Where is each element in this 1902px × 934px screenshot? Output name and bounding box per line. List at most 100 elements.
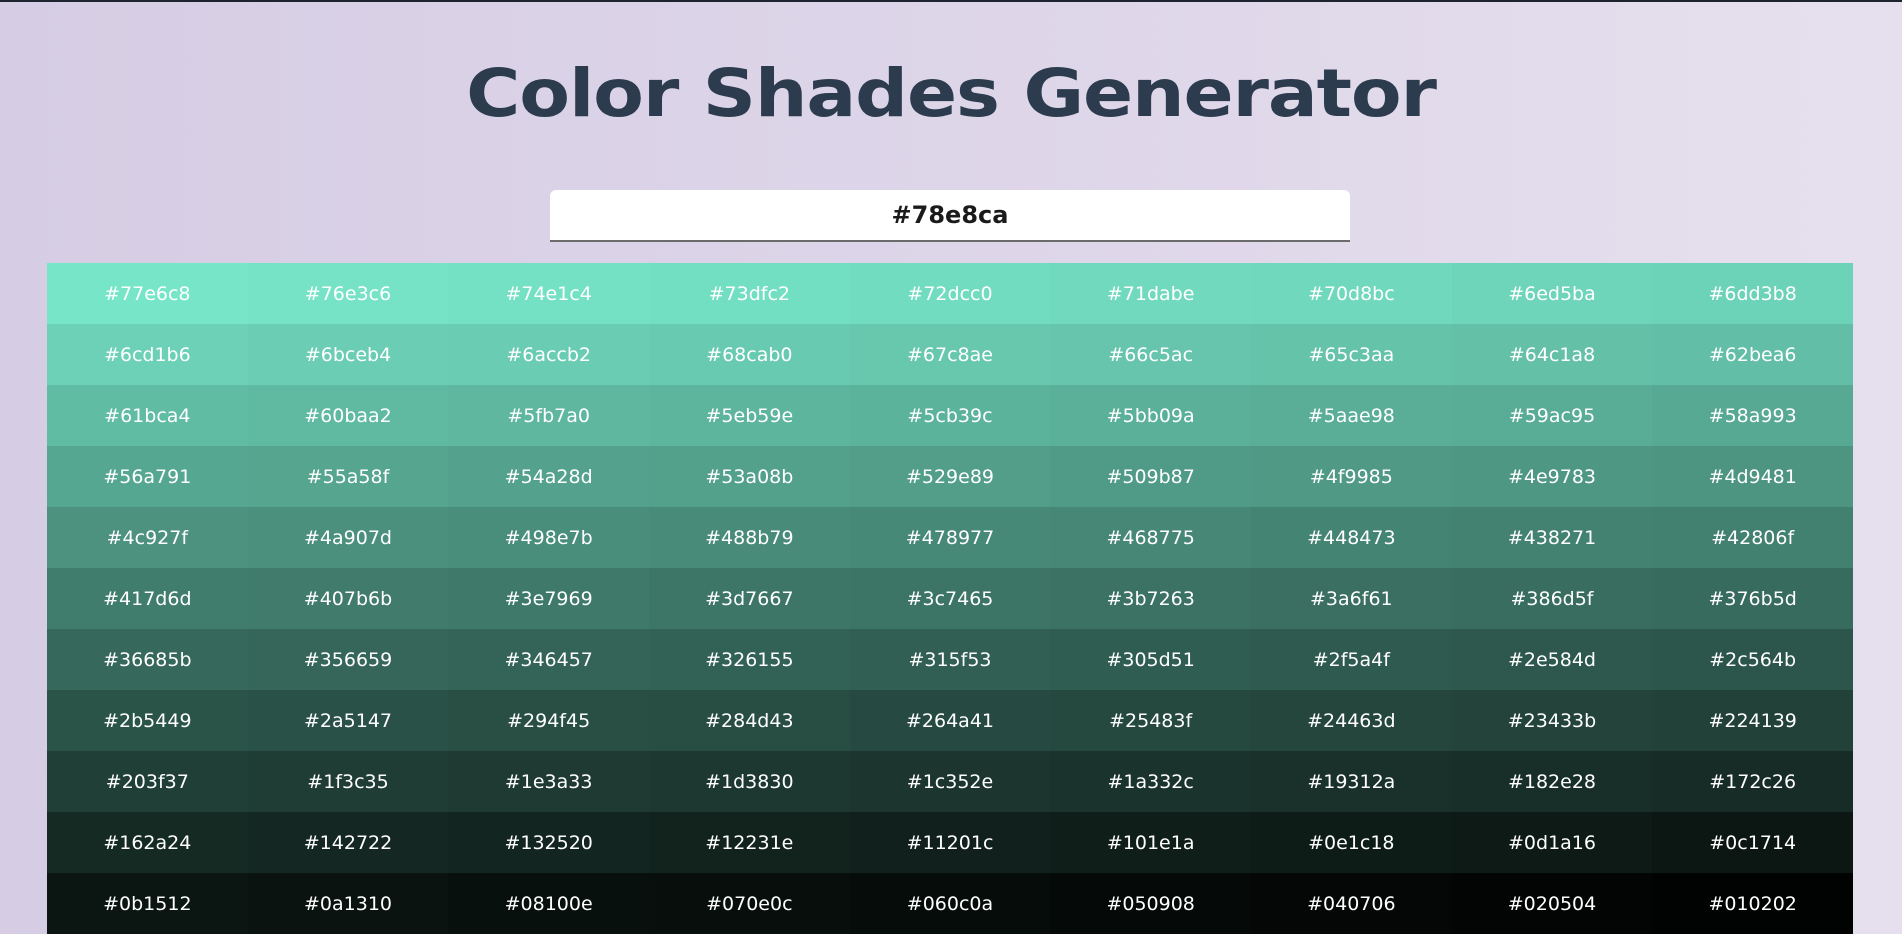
shade-swatch[interactable]: #5aae98 — [1251, 385, 1452, 446]
shade-swatch[interactable]: #3b7263 — [1050, 568, 1251, 629]
shade-swatch[interactable]: #407b6b — [247, 568, 449, 629]
shade-swatch[interactable]: #58a993 — [1652, 385, 1853, 446]
shade-swatch[interactable]: #24463d — [1251, 690, 1452, 751]
shade-swatch[interactable]: #529e89 — [849, 446, 1051, 507]
shade-swatch[interactable]: #6cd1b6 — [47, 324, 248, 385]
shade-swatch[interactable]: #2f5a4f — [1251, 629, 1452, 690]
shade-swatch[interactable]: #448473 — [1251, 507, 1452, 568]
shade-swatch[interactable]: #070e0c — [649, 873, 850, 934]
shade-swatch[interactable]: #61bca4 — [47, 385, 248, 446]
shade-swatch[interactable]: #73dfc2 — [649, 263, 850, 324]
shade-swatch[interactable]: #62bea6 — [1652, 324, 1853, 385]
shade-swatch[interactable]: #2b5449 — [47, 690, 248, 751]
shade-swatch[interactable]: #60baa2 — [247, 385, 449, 446]
shade-swatch[interactable]: #6accb2 — [448, 324, 649, 385]
shade-swatch[interactable]: #010202 — [1652, 873, 1853, 934]
shade-swatch[interactable]: #2c564b — [1652, 629, 1853, 690]
shade-swatch[interactable]: #77e6c8 — [47, 263, 248, 324]
shade-swatch[interactable]: #6ed5ba — [1451, 263, 1653, 324]
shade-swatch[interactable]: #438271 — [1451, 507, 1653, 568]
shade-swatch[interactable]: #509b87 — [1050, 446, 1251, 507]
shade-swatch[interactable]: #4c927f — [47, 507, 248, 568]
shade-swatch[interactable]: #71dabe — [1050, 263, 1251, 324]
shade-swatch[interactable]: #326155 — [649, 629, 850, 690]
shade-swatch[interactable]: #101e1a — [1050, 812, 1251, 873]
shade-swatch[interactable]: #0b1512 — [47, 873, 248, 934]
shade-swatch[interactable]: #182e28 — [1451, 751, 1653, 812]
shade-swatch[interactable]: #020504 — [1451, 873, 1653, 934]
shade-swatch[interactable]: #08100e — [448, 873, 649, 934]
shade-swatch[interactable]: #55a58f — [247, 446, 449, 507]
shade-swatch[interactable]: #1a332c — [1050, 751, 1251, 812]
shade-swatch[interactable]: #59ac95 — [1451, 385, 1653, 446]
shade-swatch[interactable]: #6bceb4 — [247, 324, 449, 385]
shade-swatch[interactable]: #498e7b — [448, 507, 649, 568]
shade-swatch[interactable]: #203f37 — [47, 751, 248, 812]
shade-swatch[interactable]: #76e3c6 — [247, 263, 449, 324]
shade-swatch[interactable]: #294f45 — [448, 690, 649, 751]
shade-swatch[interactable]: #1d3830 — [649, 751, 850, 812]
shade-swatch[interactable]: #42806f — [1652, 507, 1853, 568]
shade-swatch[interactable]: #5eb59e — [649, 385, 850, 446]
shade-swatch[interactable]: #284d43 — [649, 690, 850, 751]
shade-swatch[interactable]: #3d7667 — [649, 568, 850, 629]
shade-swatch[interactable]: #315f53 — [849, 629, 1051, 690]
shade-swatch[interactable]: #4a907d — [247, 507, 449, 568]
shade-swatch[interactable]: #1c352e — [849, 751, 1051, 812]
shade-swatch[interactable]: #3e7969 — [448, 568, 649, 629]
shade-swatch[interactable]: #305d51 — [1050, 629, 1251, 690]
shade-swatch[interactable]: #70d8bc — [1251, 263, 1452, 324]
shade-swatch[interactable]: #172c26 — [1652, 751, 1853, 812]
shade-swatch[interactable]: #3a6f61 — [1251, 568, 1452, 629]
shade-swatch[interactable]: #356659 — [247, 629, 449, 690]
shade-swatch[interactable]: #386d5f — [1451, 568, 1653, 629]
shade-swatch[interactable]: #132520 — [448, 812, 649, 873]
shade-swatch[interactable]: #11201c — [849, 812, 1051, 873]
shade-swatch[interactable]: #64c1a8 — [1451, 324, 1653, 385]
shade-swatch[interactable]: #23433b — [1451, 690, 1653, 751]
shade-swatch[interactable]: #488b79 — [649, 507, 850, 568]
shade-swatch[interactable]: #5cb39c — [849, 385, 1051, 446]
shade-swatch[interactable]: #5bb09a — [1050, 385, 1251, 446]
shade-swatch[interactable]: #2e584d — [1451, 629, 1653, 690]
shade-swatch[interactable]: #5fb7a0 — [448, 385, 649, 446]
shade-swatch[interactable]: #162a24 — [47, 812, 248, 873]
shade-swatch[interactable]: #468775 — [1050, 507, 1251, 568]
shade-swatch[interactable]: #1f3c35 — [247, 751, 449, 812]
shade-swatch[interactable]: #12231e — [649, 812, 850, 873]
shade-swatch[interactable]: #4e9783 — [1451, 446, 1653, 507]
shade-swatch[interactable]: #6dd3b8 — [1652, 263, 1853, 324]
shade-swatch[interactable]: #25483f — [1050, 690, 1251, 751]
shade-swatch[interactable]: #67c8ae — [849, 324, 1051, 385]
shade-swatch[interactable]: #54a28d — [448, 446, 649, 507]
shade-swatch[interactable]: #4f9985 — [1251, 446, 1452, 507]
shade-swatch[interactable]: #0a1310 — [247, 873, 449, 934]
shade-swatch[interactable]: #224139 — [1652, 690, 1853, 751]
shade-swatch[interactable]: #68cab0 — [649, 324, 850, 385]
shade-swatch[interactable]: #1e3a33 — [448, 751, 649, 812]
shade-swatch[interactable]: #0e1c18 — [1251, 812, 1452, 873]
shade-swatch[interactable]: #417d6d — [47, 568, 248, 629]
shade-swatch[interactable]: #53a08b — [649, 446, 850, 507]
shade-swatch[interactable]: #050908 — [1050, 873, 1251, 934]
shade-swatch[interactable]: #478977 — [849, 507, 1051, 568]
shade-swatch[interactable]: #060c0a — [849, 873, 1051, 934]
shade-swatch[interactable]: #19312a — [1251, 751, 1452, 812]
shade-swatch[interactable]: #264a41 — [849, 690, 1051, 751]
shade-swatch[interactable]: #72dcc0 — [849, 263, 1051, 324]
shade-swatch[interactable]: #142722 — [247, 812, 449, 873]
shade-swatch[interactable]: #2a5147 — [247, 690, 449, 751]
shade-swatch[interactable]: #3c7465 — [849, 568, 1051, 629]
shade-swatch[interactable]: #0d1a16 — [1451, 812, 1653, 873]
shade-swatch[interactable]: #74e1c4 — [448, 263, 649, 324]
shade-swatch[interactable]: #376b5d — [1652, 568, 1853, 629]
shade-swatch[interactable]: #346457 — [448, 629, 649, 690]
shade-swatch[interactable]: #36685b — [47, 629, 248, 690]
color-hex-input[interactable] — [550, 190, 1350, 242]
shade-swatch[interactable]: #56a791 — [47, 446, 248, 507]
shade-swatch[interactable]: #0c1714 — [1652, 812, 1853, 873]
shade-swatch[interactable]: #65c3aa — [1251, 324, 1452, 385]
shade-swatch[interactable]: #040706 — [1251, 873, 1452, 934]
shade-swatch[interactable]: #4d9481 — [1652, 446, 1853, 507]
shade-swatch[interactable]: #66c5ac — [1050, 324, 1251, 385]
